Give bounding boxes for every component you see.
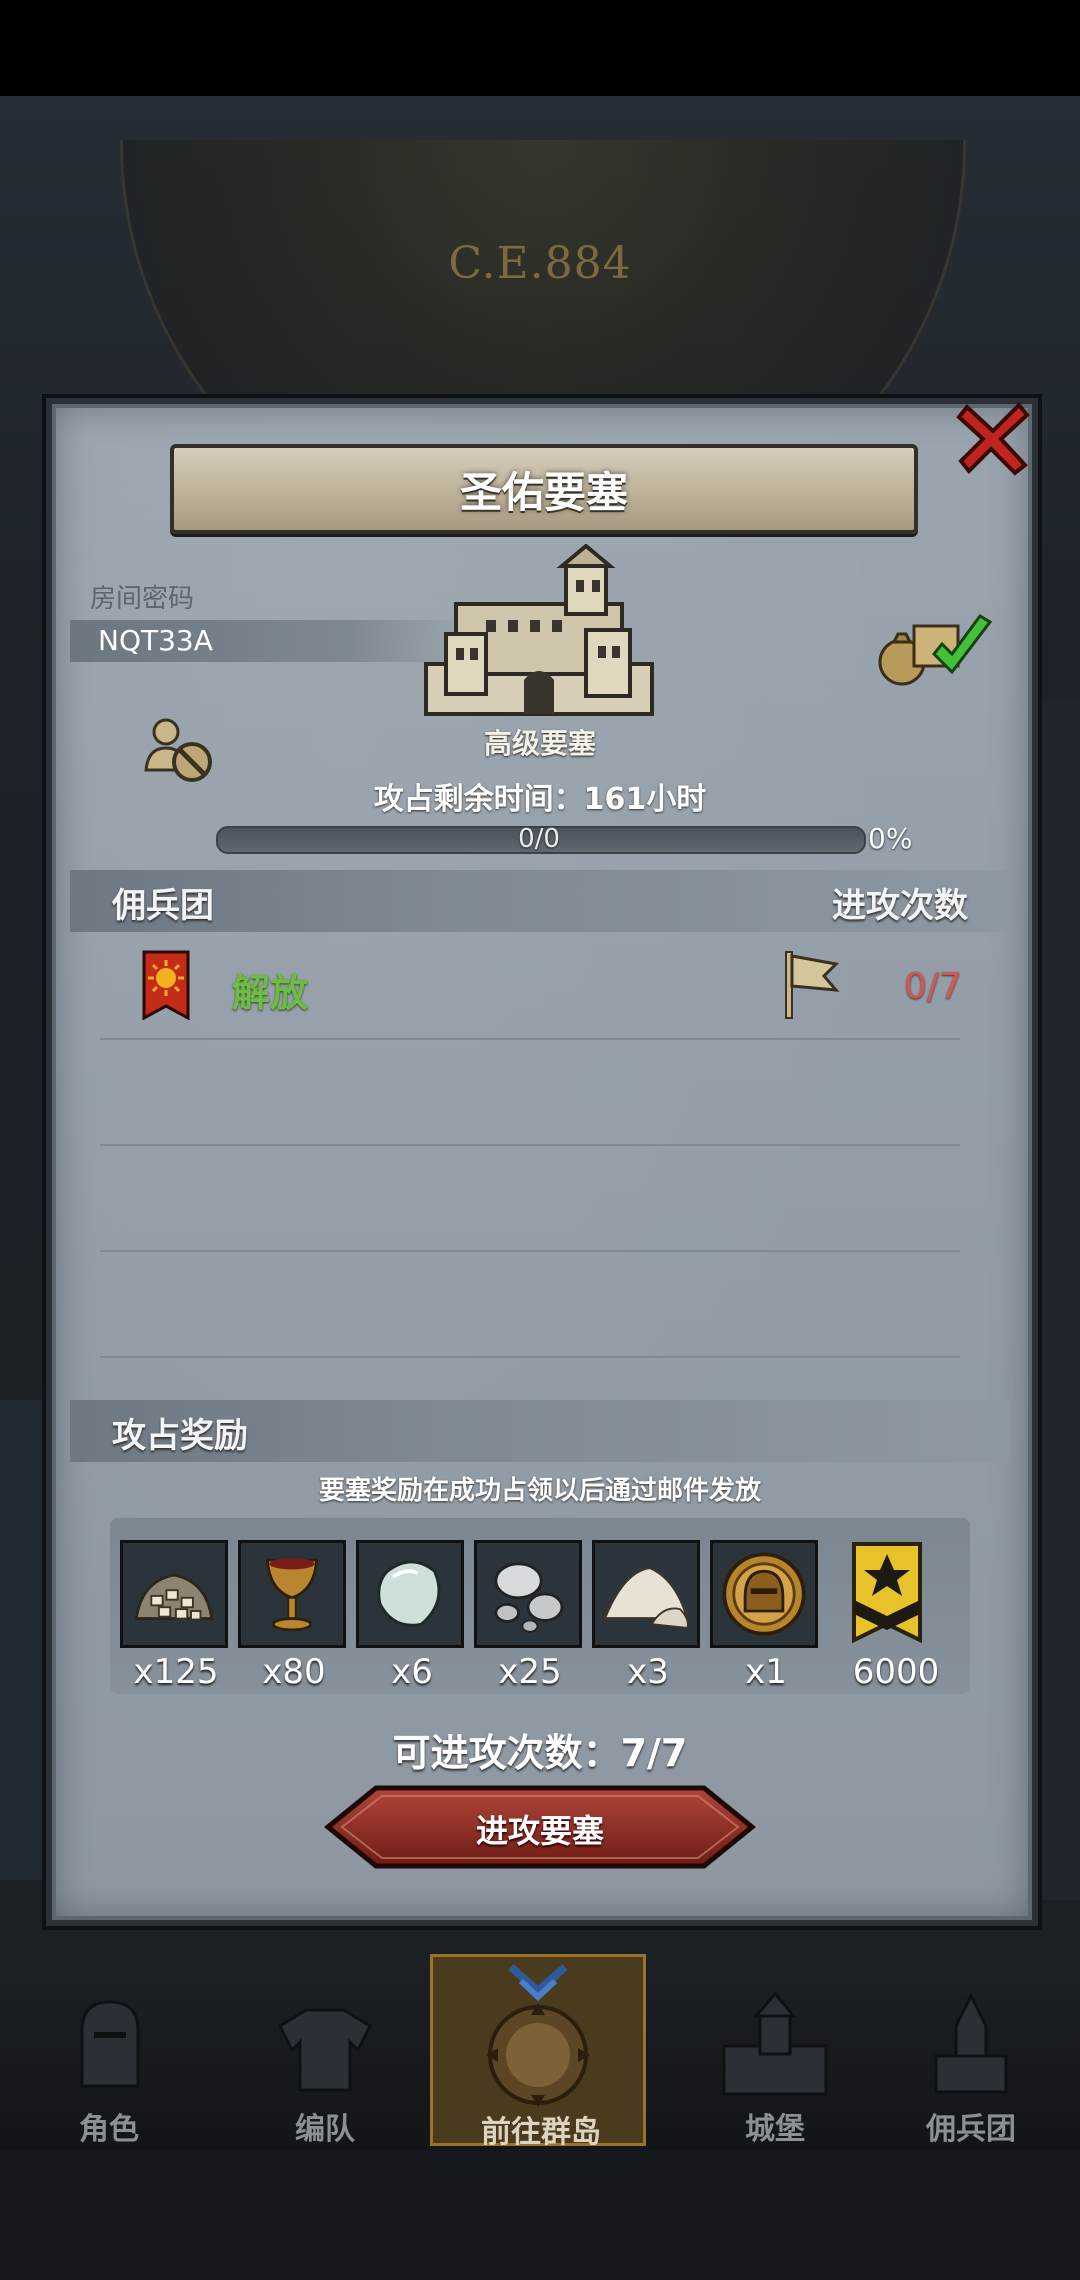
- reward-qty: x125: [133, 1652, 219, 1692]
- row-divider: [100, 1250, 960, 1252]
- reward-slot[interactable]: [710, 1540, 818, 1648]
- reward-header: 攻占奖励: [112, 1416, 248, 1456]
- attack-flag-icon: [785, 951, 840, 1019]
- reward-qty: x3: [627, 1652, 669, 1692]
- ore-pile-icon: [134, 1573, 214, 1621]
- silver-orbs-icon: [494, 1562, 564, 1633]
- merc-header: 佣兵团: [112, 886, 214, 926]
- reward-note: 要塞奖励在成功占领以后通过邮件发放: [318, 1476, 761, 1506]
- room-password-label: 房间密码: [90, 584, 195, 614]
- supply-bag-check-icon[interactable]: [876, 608, 1000, 688]
- armor-icon: [278, 2008, 372, 2092]
- capture-timer: 攻占剩余时间：161小时: [373, 782, 707, 817]
- mercenary-icon: [934, 1992, 1008, 2094]
- close-button[interactable]: [950, 392, 1040, 482]
- tab-label: 角色: [79, 2112, 139, 2147]
- reward-qty: x1: [745, 1652, 787, 1692]
- tab-label: 佣兵团: [926, 2112, 1016, 2147]
- reward-qty: x25: [498, 1652, 562, 1692]
- merc-name[interactable]: 解放: [232, 962, 308, 1017]
- sun-banner-icon: [142, 950, 190, 1020]
- row-divider: [100, 1356, 960, 1358]
- reward-slot[interactable]: [238, 1540, 346, 1648]
- tab-mercenary[interactable]: 佣兵团: [896, 1986, 1046, 2147]
- row-divider: [100, 1038, 960, 1040]
- reward-slot[interactable]: [592, 1540, 700, 1648]
- room-code[interactable]: NQT33A: [98, 624, 213, 657]
- row-divider: [100, 1144, 960, 1146]
- gem-stone-icon: [377, 1560, 441, 1627]
- tab-castle[interactable]: 城堡: [700, 1986, 850, 2147]
- title-plate: 圣佑要塞: [170, 444, 918, 534]
- fortress-title: 圣佑要塞: [459, 467, 628, 517]
- goblet-icon: [265, 1558, 319, 1632]
- attack-button-label[interactable]: 进攻要塞: [324, 1806, 756, 1852]
- reward-qty: 6000: [852, 1652, 940, 1692]
- knight-helmet-medal-icon: [722, 1552, 806, 1636]
- reward-qty: x80: [262, 1652, 326, 1692]
- fortress-castle-icon: [424, 544, 654, 716]
- tab-go-islands[interactable]: 前往群岛: [430, 1954, 646, 2150]
- island-compass-icon: [486, 1964, 590, 2107]
- rank-badge-icon: [852, 1542, 922, 1644]
- tab-formation[interactable]: 编队: [250, 1986, 400, 2147]
- available-attacks: 可进攻次数：7/7: [392, 1731, 688, 1775]
- reward-slot[interactable]: [850, 1540, 924, 1648]
- castle-icon: [722, 1991, 828, 2096]
- merc-row[interactable]: [70, 940, 1010, 1038]
- merc-attack-count: 0/7: [904, 966, 962, 1007]
- status-bar-area: [0, 0, 1080, 96]
- reward-slot[interactable]: [356, 1540, 464, 1648]
- progress-count: 0/0: [518, 824, 560, 854]
- knight-icon: [80, 2000, 140, 2088]
- bottom-padding: [0, 2150, 1080, 2280]
- reward-qty: x6: [391, 1652, 433, 1692]
- salt-pile-icon: [602, 1566, 690, 1630]
- progress-percent: 0%: [868, 822, 913, 855]
- close-icon: [956, 402, 1030, 476]
- tab-character[interactable]: 角色: [34, 1986, 184, 2147]
- tab-label: 城堡: [745, 2112, 805, 2147]
- reward-slot[interactable]: [120, 1540, 228, 1648]
- reward-slot[interactable]: [474, 1540, 582, 1648]
- year-label: C.E.884: [448, 238, 632, 289]
- tab-label: 编队: [295, 2112, 355, 2147]
- tab-label: 前往群岛: [481, 2115, 601, 2150]
- attacks-header: 进攻次数: [832, 886, 968, 926]
